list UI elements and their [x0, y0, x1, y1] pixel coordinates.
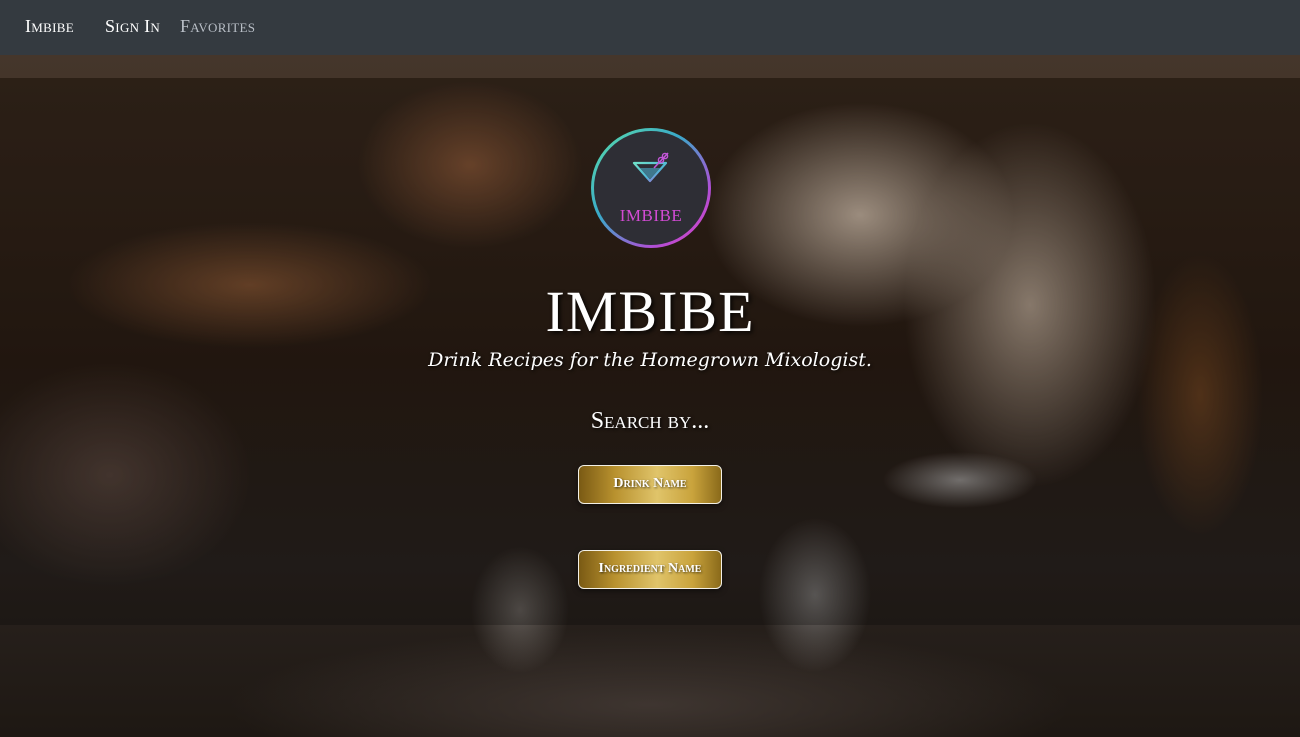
drink-name-button[interactable]: Drink Name — [578, 465, 722, 504]
martini-glass-icon — [632, 152, 669, 203]
search-by-label: Search by... — [590, 408, 710, 434]
favorites-link[interactable]: Favorites — [180, 16, 255, 37]
ingredient-name-button[interactable]: Ingredient Name — [578, 550, 722, 589]
navbar: Imbibe Sign In Favorites — [0, 0, 1300, 55]
hero-subtitle: Drink Recipes for the Homegrown Mixologi… — [428, 349, 872, 371]
hero-title: IMBIBE — [545, 279, 755, 344]
logo-circle: IMBIBE — [594, 131, 708, 245]
page: Imbibe Sign In Favorites IMBIBE IMBIBE D… — [0, 0, 1300, 737]
background-overlay-top — [0, 55, 1300, 78]
sign-in-link[interactable]: Sign In — [105, 16, 160, 37]
logo-text: IMBIBE — [619, 206, 683, 225]
imbibe-logo: IMBIBE — [591, 128, 711, 248]
navbar-brand-link[interactable]: Imbibe — [25, 16, 74, 37]
